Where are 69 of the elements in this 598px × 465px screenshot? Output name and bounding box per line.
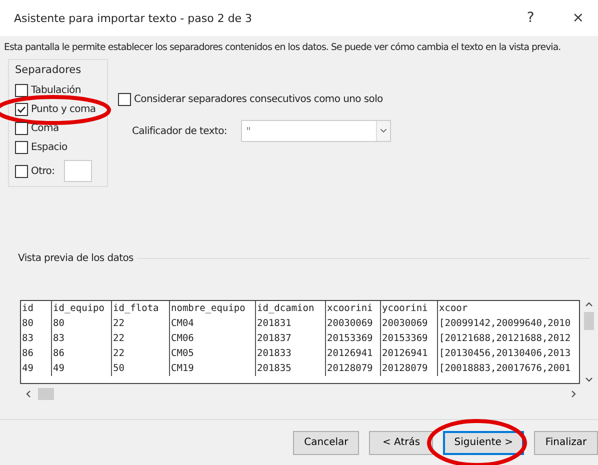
table-cell-text: 83 xyxy=(21,332,34,346)
window-title: Asistente para importar texto - paso 2 de 3 xyxy=(14,12,254,24)
checkbox[interactable] xyxy=(15,141,28,154)
table-cell: 22 xyxy=(111,346,169,361)
table-cell-text: 80 xyxy=(21,317,34,331)
checkbox-label: Tabulación xyxy=(31,85,81,96)
table-cell: CM05 xyxy=(169,346,255,361)
help-button[interactable]: ? xyxy=(522,10,538,26)
close-button[interactable]: × xyxy=(568,10,588,26)
table-cell: 201837 xyxy=(255,331,325,346)
table-cell: 20153369 xyxy=(325,331,380,346)
dialog-button[interactable]: Finalizar xyxy=(534,430,598,454)
table-cell: 22 xyxy=(111,316,169,331)
table-cell-text: 49 xyxy=(21,362,34,376)
column-header: xcoorini xyxy=(325,301,380,316)
column-header: id xyxy=(21,302,34,316)
scroll-up-icon[interactable] xyxy=(584,300,592,308)
column-header: id_flota xyxy=(111,301,169,316)
table-cell: 20030069 xyxy=(380,316,437,331)
checkbox-label: Considerar separadores consecutivos como uno solo xyxy=(134,94,383,105)
table-cell: 20128079 xyxy=(325,361,380,376)
table-cell: 86 xyxy=(51,346,111,361)
scroll-down-icon[interactable] xyxy=(584,376,592,384)
table-cell: 20030069 xyxy=(325,316,380,331)
checkbox-label: Otro: xyxy=(31,166,55,176)
table-cell: 20153369 xyxy=(380,331,437,346)
table-cell: 201835 xyxy=(255,361,325,376)
table-cell: CM06 xyxy=(169,331,255,346)
table-cell: [20121688,20121688,2012 xyxy=(437,331,579,346)
table-cell: 20126941 xyxy=(380,346,437,361)
column-header: id_equipo xyxy=(51,301,111,316)
table-cell: [20018883,20017676,2001 xyxy=(437,361,579,376)
table-cell: 50 xyxy=(111,361,169,376)
table-cell: 20128079 xyxy=(380,361,437,376)
column-header: id_dcamion xyxy=(255,301,325,316)
table-cell-text: 86 xyxy=(21,347,34,361)
checkbox-label: Espacio xyxy=(31,142,68,153)
column-header: nombre_equipo xyxy=(169,301,255,316)
checkbox[interactable] xyxy=(15,103,28,116)
table-cell: 49 xyxy=(51,361,111,376)
dialog-button[interactable]: < Atrás xyxy=(369,430,434,454)
checkbox[interactable] xyxy=(15,164,28,178)
qualifier-dropdown[interactable]: " xyxy=(240,120,391,142)
table-cell: CM04 xyxy=(169,316,255,331)
preview-title: Vista previa de los datos xyxy=(18,253,134,264)
checkbox[interactable] xyxy=(15,84,28,97)
table-cell: 83 xyxy=(51,331,111,346)
table-cell: 201831 xyxy=(255,316,325,331)
column-header: ycoorini xyxy=(380,301,437,316)
checkbox-label: Coma xyxy=(31,123,59,134)
table-cell: 80 xyxy=(51,316,111,331)
table-cell: 22 xyxy=(111,331,169,346)
checkbox[interactable] xyxy=(118,93,131,106)
scrollbar-thumb[interactable] xyxy=(38,388,54,400)
scroll-right-icon[interactable] xyxy=(570,390,578,398)
dialog-button[interactable]: Siguiente > xyxy=(443,430,524,454)
qualifier-label: Calificador de texto: xyxy=(132,126,227,136)
group-title: Separadores xyxy=(15,64,82,76)
table-cell: 20126941 xyxy=(325,346,380,361)
table-cell: 201833 xyxy=(255,346,325,361)
scrollbar-thumb[interactable] xyxy=(584,312,594,330)
table-cell: [20130456,20130406,2013 xyxy=(437,346,579,361)
checkbox-label: Punto y coma xyxy=(31,104,96,115)
table-cell: CM19 xyxy=(169,361,255,376)
dialog-button[interactable]: Cancelar xyxy=(293,430,360,454)
scroll-left-icon[interactable] xyxy=(24,390,32,398)
checkbox[interactable] xyxy=(15,122,28,135)
other-separator-field[interactable] xyxy=(64,160,92,182)
description-text: Esta pantalla le permite establecer los separadores contenidos en los datos. Se puede ver cómo cambia el texto en la vista previa. xyxy=(3,41,562,55)
